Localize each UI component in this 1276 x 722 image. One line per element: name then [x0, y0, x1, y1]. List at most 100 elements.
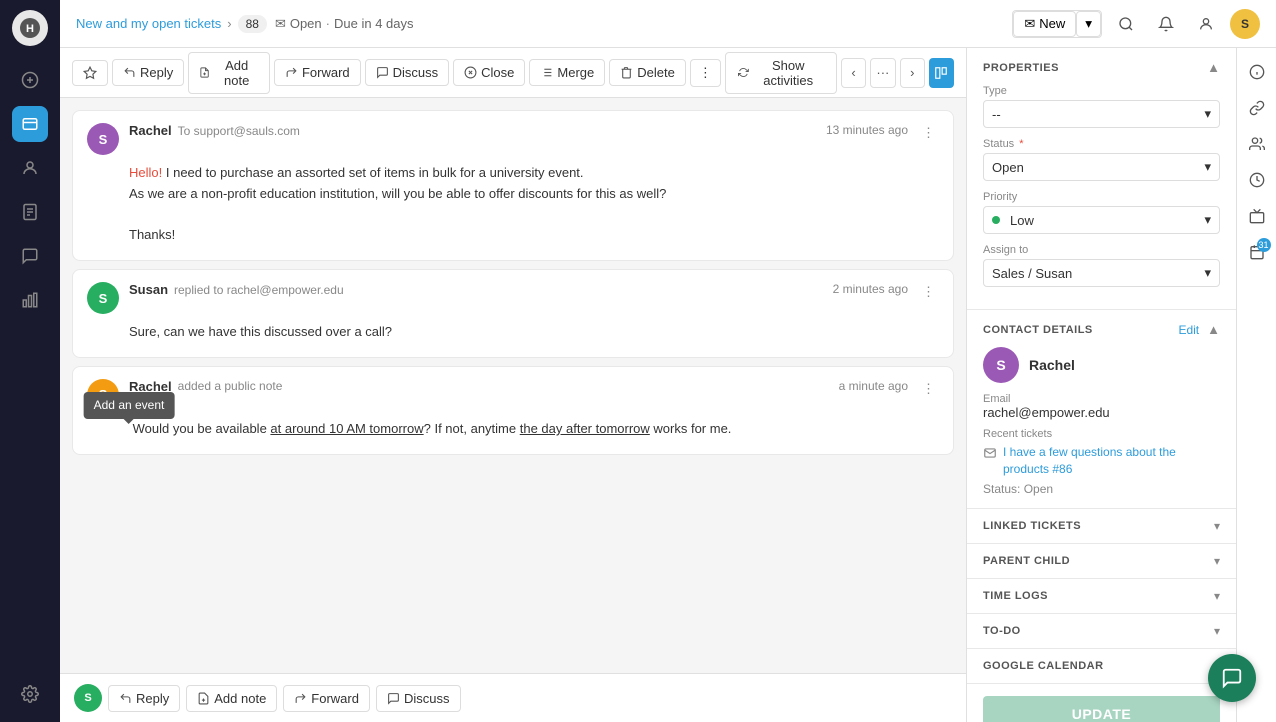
time-logs-section[interactable]: TIME LOGS ▾ [967, 579, 1236, 614]
todo-section[interactable]: TO-DO ▾ [967, 614, 1236, 649]
ticket-area: Reply Add note Forward Discuss Close [60, 48, 966, 722]
notifications-button[interactable] [1150, 8, 1182, 40]
account-button[interactable] [1190, 8, 1222, 40]
contact-collapse-button[interactable]: ▲ [1207, 322, 1220, 337]
parent-child-section[interactable]: PARENT CHILD ▾ [967, 544, 1236, 579]
chat-widget[interactable] [1208, 654, 1256, 702]
update-button[interactable]: UPDATE [983, 696, 1220, 722]
new-dropdown-button[interactable]: ▾ [1076, 11, 1101, 37]
breadcrumb-label: New and my open tickets [76, 16, 221, 31]
message-card: S Rachel added a public note a minute ag… [72, 366, 954, 455]
properties-collapse-button[interactable]: ▲ [1207, 60, 1220, 75]
add-note-button[interactable]: Add note [188, 52, 270, 94]
sidebar-item-knowledge[interactable] [12, 194, 48, 230]
team-icon[interactable] [1241, 128, 1273, 160]
next-ticket-button[interactable]: › [900, 58, 925, 88]
separator: · [326, 16, 330, 31]
status-chevron: ▾ [1204, 159, 1211, 175]
show-activities-button[interactable]: Show activities [725, 52, 837, 94]
add-note-label: Add note [214, 58, 259, 88]
status-icon: ✉ [275, 16, 286, 32]
recent-tickets-label: Recent tickets [983, 428, 1220, 440]
new-btn-label: New [1039, 16, 1065, 31]
clock-icon[interactable] [1241, 164, 1273, 196]
priority-field: Priority Low ▾ [983, 191, 1220, 234]
bottom-add-note-label: Add note [214, 691, 266, 706]
message-sender: Susan [129, 282, 168, 297]
update-section: UPDATE [967, 684, 1236, 722]
sidebar-item-chat[interactable] [12, 238, 48, 274]
sidebar-item-tickets[interactable] [12, 106, 48, 142]
parent-child-title: PARENT CHILD [983, 555, 1070, 567]
more-options-button[interactable]: ⋮ [690, 59, 721, 87]
tv-icon[interactable] [1241, 200, 1273, 232]
search-button[interactable] [1110, 8, 1142, 40]
more-nav-button[interactable]: ··· [870, 58, 895, 88]
calendar-icon[interactable]: 31 [1241, 236, 1273, 268]
priority-select[interactable]: Low ▾ [983, 206, 1220, 234]
link-icon[interactable] [1241, 92, 1273, 124]
info-icon[interactable] [1241, 56, 1273, 88]
discuss-button[interactable]: Discuss [365, 59, 450, 86]
kanban-view-button[interactable] [929, 58, 954, 88]
message-card: S Susan replied to rachel@empower.edu 2 … [72, 269, 954, 358]
message-header: S Susan replied to rachel@empower.edu 2 … [73, 270, 953, 322]
app-logo[interactable]: H [12, 10, 48, 46]
message-body: Add an event Would you be available at a… [73, 419, 953, 454]
linked-tickets-title: LINKED TICKETS [983, 520, 1081, 532]
contact-details-title: CONTACT DETAILS [983, 324, 1093, 336]
merge-button[interactable]: Merge [529, 59, 605, 86]
linked-tickets-section[interactable]: LINKED TICKETS ▾ [967, 509, 1236, 544]
star-button[interactable] [72, 60, 108, 86]
type-label: Type [983, 85, 1220, 97]
sidebar-item-settings[interactable] [12, 676, 48, 712]
priority-label: Priority [983, 191, 1220, 203]
tooltip: Add an event [84, 392, 175, 419]
message-more-button[interactable]: ⋮ [918, 379, 939, 399]
type-select[interactable]: -- ▾ [983, 100, 1220, 128]
sidebar-item-reports[interactable] [12, 282, 48, 318]
reply-button[interactable]: Reply [112, 59, 184, 86]
delete-button[interactable]: Delete [609, 59, 686, 86]
conversation: S Rachel To support@sauls.com 13 minutes… [60, 98, 966, 673]
bottom-forward-button[interactable]: Forward [283, 685, 370, 712]
breadcrumb-arrow: › [227, 16, 231, 31]
prev-ticket-button[interactable]: ‹ [841, 58, 866, 88]
status-select[interactable]: Open ▾ [983, 153, 1220, 181]
forward-label: Forward [302, 65, 350, 80]
toolbar: Reply Add note Forward Discuss Close [60, 48, 966, 98]
user-avatar[interactable]: S [1230, 9, 1260, 39]
forward-button[interactable]: Forward [274, 59, 361, 86]
bottom-discuss-button[interactable]: Discuss [376, 685, 461, 712]
properties-title: PROPERTIES [983, 62, 1059, 74]
sidebar: H [0, 0, 60, 722]
properties-header: PROPERTIES ▲ [983, 60, 1220, 75]
status-badge: ✉ Open · Due in 4 days [275, 16, 414, 32]
message-time: 13 minutes ago [826, 123, 908, 137]
bottom-reply-label: Reply [136, 691, 169, 706]
message-more-button[interactable]: ⋮ [918, 282, 939, 302]
recent-ticket-link[interactable]: I have a few questions about the product… [1003, 444, 1220, 478]
due-label: Due in 4 days [334, 16, 414, 31]
new-button[interactable]: ✉ New [1013, 11, 1076, 37]
google-calendar-section[interactable]: GOOGLE CALENDAR ▾ [967, 649, 1236, 684]
header-actions: ✉ New ▾ S [1012, 8, 1260, 40]
contact-edit-button[interactable]: Edit [1178, 323, 1199, 337]
breadcrumb[interactable]: New and my open tickets › 88 [76, 15, 267, 33]
assign-select[interactable]: Sales / Susan ▾ [983, 259, 1220, 287]
bottom-reply-button[interactable]: Reply [108, 685, 180, 712]
sidebar-item-home[interactable] [12, 62, 48, 98]
close-button[interactable]: Close [453, 59, 525, 86]
message-more-button[interactable]: ⋮ [918, 123, 939, 143]
assign-value: Sales / Susan [992, 266, 1072, 281]
assign-field: Assign to Sales / Susan ▾ [983, 244, 1220, 287]
sidebar-item-contacts[interactable] [12, 150, 48, 186]
bottom-add-note-button[interactable]: Add note [186, 685, 277, 712]
status-label: Status * [983, 138, 1220, 150]
type-chevron: ▾ [1204, 106, 1211, 122]
status-value: Open [992, 160, 1024, 175]
google-calendar-title: GOOGLE CALENDAR [983, 660, 1104, 672]
avatar: S [87, 123, 119, 155]
todo-title: TO-DO [983, 625, 1021, 637]
reply-bar: S Reply Add note Forward Discuss [60, 673, 966, 722]
